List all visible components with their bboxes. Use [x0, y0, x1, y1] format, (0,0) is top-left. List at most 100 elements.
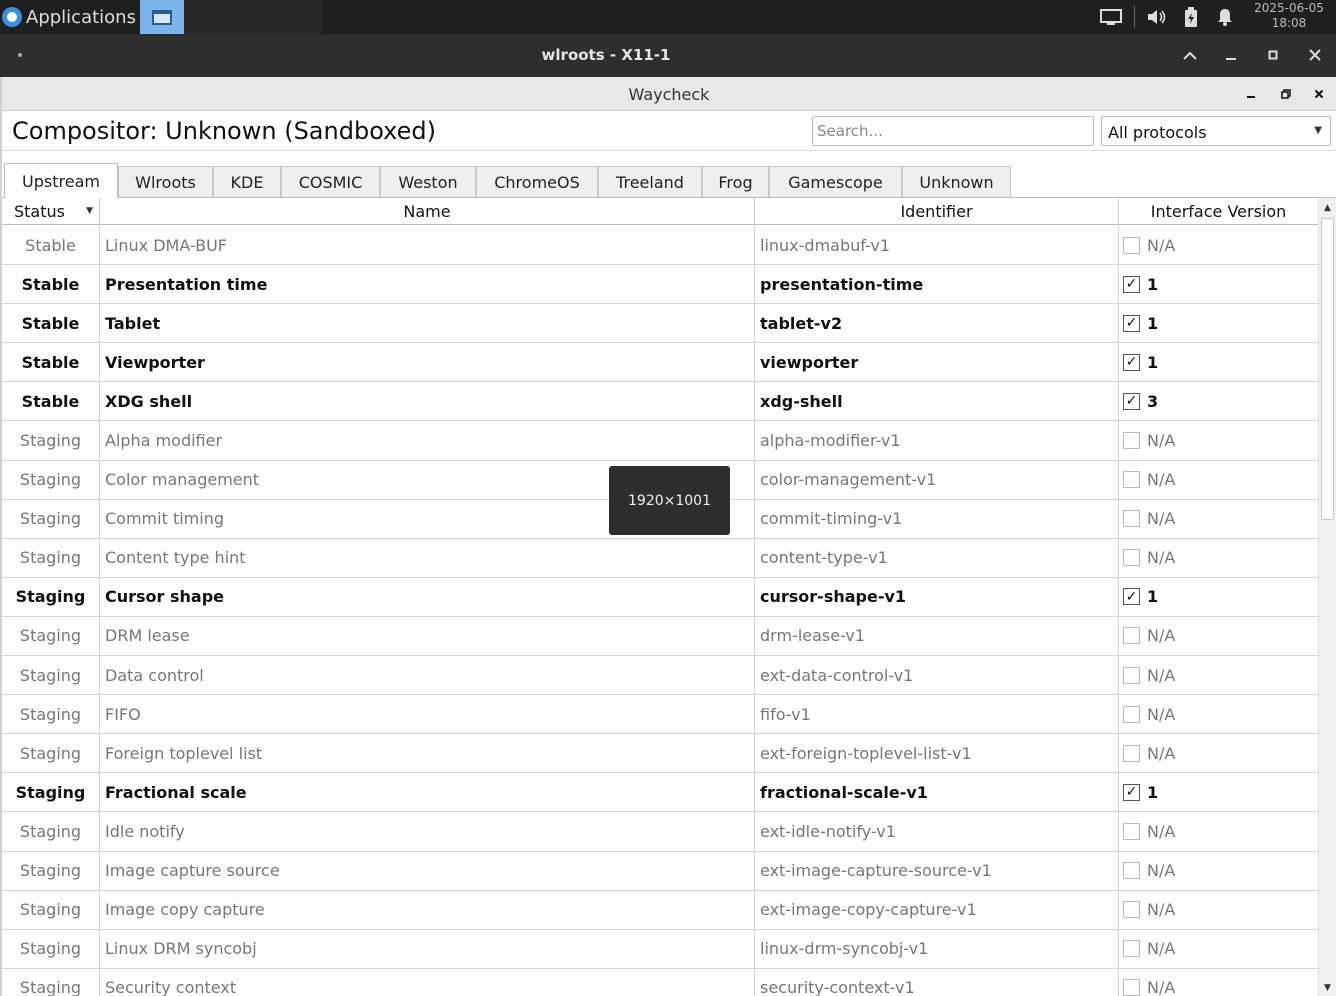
status-cell: Staging: [2, 851, 100, 890]
workspace-slot[interactable]: [230, 0, 276, 34]
window-icon: [152, 9, 172, 25]
outer-window-titlebar[interactable]: • wlroots - X11-1: [0, 34, 1336, 77]
column-header-interface-version[interactable]: Interface Version: [1119, 198, 1318, 225]
status-cell: Staging: [2, 734, 100, 773]
supported-checkbox[interactable]: [1123, 940, 1140, 958]
identifier-cell: ext-image-capture-source-v1: [755, 851, 1119, 890]
supported-checkbox[interactable]: [1123, 549, 1140, 567]
supported-checkbox[interactable]: ✓: [1123, 588, 1140, 606]
maximize-button[interactable]: [1258, 40, 1288, 70]
table-row[interactable]: Staging FIFO fifo-v1 N/A: [2, 695, 1318, 735]
app-close-button[interactable]: [1308, 83, 1330, 105]
close-button[interactable]: [1300, 40, 1330, 70]
table-row[interactable]: Staging Fractional scale fractional-scale-…: [2, 773, 1318, 813]
supported-checkbox[interactable]: [1123, 666, 1140, 684]
search-input[interactable]: [812, 116, 1094, 146]
scrollbar-thumb[interactable]: [1321, 218, 1334, 520]
supported-checkbox[interactable]: ✓: [1123, 275, 1140, 293]
supported-checkbox[interactable]: [1123, 471, 1140, 489]
table-row[interactable]: Stable Linux DMA-BUF linux-dmabuf-v1 N/A: [2, 226, 1318, 266]
supported-checkbox[interactable]: [1123, 901, 1140, 919]
tab-wlroots[interactable]: Wlroots: [118, 166, 213, 197]
tab-upstream[interactable]: Upstream: [4, 163, 118, 198]
supported-checkbox[interactable]: [1123, 510, 1140, 528]
battery-icon[interactable]: [1178, 0, 1204, 34]
tab-chromeos[interactable]: ChromeOS: [476, 166, 598, 197]
status-cell: Staging: [2, 773, 100, 812]
table-row[interactable]: Staging Alpha modifier alpha-modifier-v1 N/…: [2, 421, 1318, 461]
supported-checkbox[interactable]: [1123, 862, 1140, 879]
minimize-button[interactable]: [1216, 40, 1246, 70]
bell-icon[interactable]: [1212, 0, 1238, 34]
app-minimize-button[interactable]: [1240, 83, 1262, 105]
table-row[interactable]: Staging DRM lease drm-lease-v1 N/A: [2, 616, 1318, 657]
supported-checkbox[interactable]: [1123, 431, 1140, 449]
display-icon[interactable]: [1097, 0, 1125, 34]
name-cell: Image copy capture: [100, 890, 755, 929]
identifier-cell: xdg-shell: [755, 382, 1119, 421]
table-row[interactable]: Stable Tablet tablet-v2 ✓ 1: [2, 304, 1318, 344]
interface-version-cell: N/A: [1119, 930, 1317, 968]
column-header-identifier[interactable]: Identifier: [755, 198, 1119, 225]
table-row[interactable]: Stable Viewporter viewporter ✓ 1: [2, 343, 1318, 383]
table-row[interactable]: Staging Image copy capture ext-image-copy-…: [2, 890, 1318, 930]
column-header-name[interactable]: Name: [100, 198, 755, 225]
close-icon: [1309, 49, 1321, 61]
table-row[interactable]: Staging Data control ext-data-control-v1 N/…: [2, 656, 1318, 696]
table-row[interactable]: Staging Security context security-context-…: [2, 968, 1318, 996]
supported-checkbox[interactable]: [1123, 822, 1140, 840]
identifier-cell: linux-dmabuf-v1: [755, 226, 1119, 264]
app-restore-button[interactable]: [1275, 83, 1297, 105]
tab-cosmic[interactable]: COSMIC: [281, 166, 380, 197]
supported-checkbox[interactable]: ✓: [1123, 353, 1140, 371]
workspace-slot[interactable]: [276, 0, 322, 34]
interface-version-cell: N/A: [1119, 891, 1317, 929]
version-value: N/A: [1147, 978, 1176, 996]
table-row[interactable]: Stable XDG shell xdg-shell ✓ 3: [2, 382, 1318, 422]
supported-checkbox[interactable]: ✓: [1123, 314, 1140, 332]
protocol-filter-select[interactable]: All protocols ▼: [1101, 116, 1331, 146]
tab-weston[interactable]: Weston: [380, 166, 476, 197]
protocol-tabs: Upstream Wlroots KDE COSMIC Weston Chrom…: [2, 151, 1336, 198]
version-value: N/A: [1147, 704, 1176, 724]
name-cell: Viewporter: [100, 343, 755, 382]
supported-checkbox[interactable]: ✓: [1123, 392, 1140, 410]
tab-frog[interactable]: Frog: [702, 166, 769, 197]
interface-version-cell: N/A: [1119, 226, 1317, 264]
version-value: 1: [1147, 587, 1159, 607]
column-header-status[interactable]: Status ▼: [2, 198, 100, 225]
tab-kde[interactable]: KDE: [213, 166, 281, 197]
app-titlebar[interactable]: Waycheck: [2, 77, 1336, 111]
supported-checkbox[interactable]: [1123, 236, 1140, 254]
chevron-up-icon: [1183, 51, 1197, 60]
shade-button[interactable]: [1175, 40, 1205, 70]
header-bar: Compositor: Unknown (Sandboxed) All prot…: [2, 111, 1336, 151]
volume-icon[interactable]: [1144, 0, 1170, 34]
supported-checkbox[interactable]: [1123, 705, 1140, 723]
table-row[interactable]: Staging Linux DRM syncobj linux-drm-syncob…: [2, 929, 1318, 969]
tab-unknown[interactable]: Unknown: [902, 166, 1011, 197]
table-row[interactable]: Staging Foreign toplevel list ext-foreign-…: [2, 734, 1318, 774]
supported-checkbox[interactable]: ✓: [1123, 783, 1140, 801]
table-row[interactable]: Staging Idle notify ext-idle-notify-v1 N/A: [2, 812, 1318, 852]
scroll-down-icon[interactable]: ▼: [1319, 980, 1336, 996]
identifier-cell: viewporter: [755, 343, 1119, 382]
table-row[interactable]: Staging Cursor shape cursor-shape-v1 ✓ 1: [2, 577, 1318, 617]
workspace-slot[interactable]: [184, 0, 230, 34]
table-row[interactable]: Stable Presentation time presentation-time…: [2, 265, 1318, 305]
tab-treeland[interactable]: Treeland: [598, 166, 702, 197]
table-row[interactable]: Staging Image capture source ext-image-cap…: [2, 851, 1318, 891]
clock[interactable]: 2025-06-05 18:08: [1246, 1, 1332, 31]
version-value: N/A: [1147, 235, 1176, 255]
name-cell: Cursor shape: [100, 577, 755, 616]
tab-gamescope[interactable]: Gamescope: [769, 166, 902, 197]
supported-checkbox[interactable]: [1123, 627, 1140, 645]
scroll-up-icon[interactable]: ▲: [1319, 200, 1336, 216]
taskbar-window-button[interactable]: [140, 0, 184, 34]
table-row[interactable]: Staging Content type hint content-type-v1 N…: [2, 538, 1318, 578]
name-cell: DRM lease: [100, 616, 755, 655]
applications-menu-button[interactable]: Applications: [2, 4, 143, 30]
supported-checkbox[interactable]: [1123, 744, 1140, 762]
supported-checkbox[interactable]: [1123, 979, 1140, 996]
vertical-scrollbar[interactable]: ▲ ▼: [1318, 198, 1336, 996]
